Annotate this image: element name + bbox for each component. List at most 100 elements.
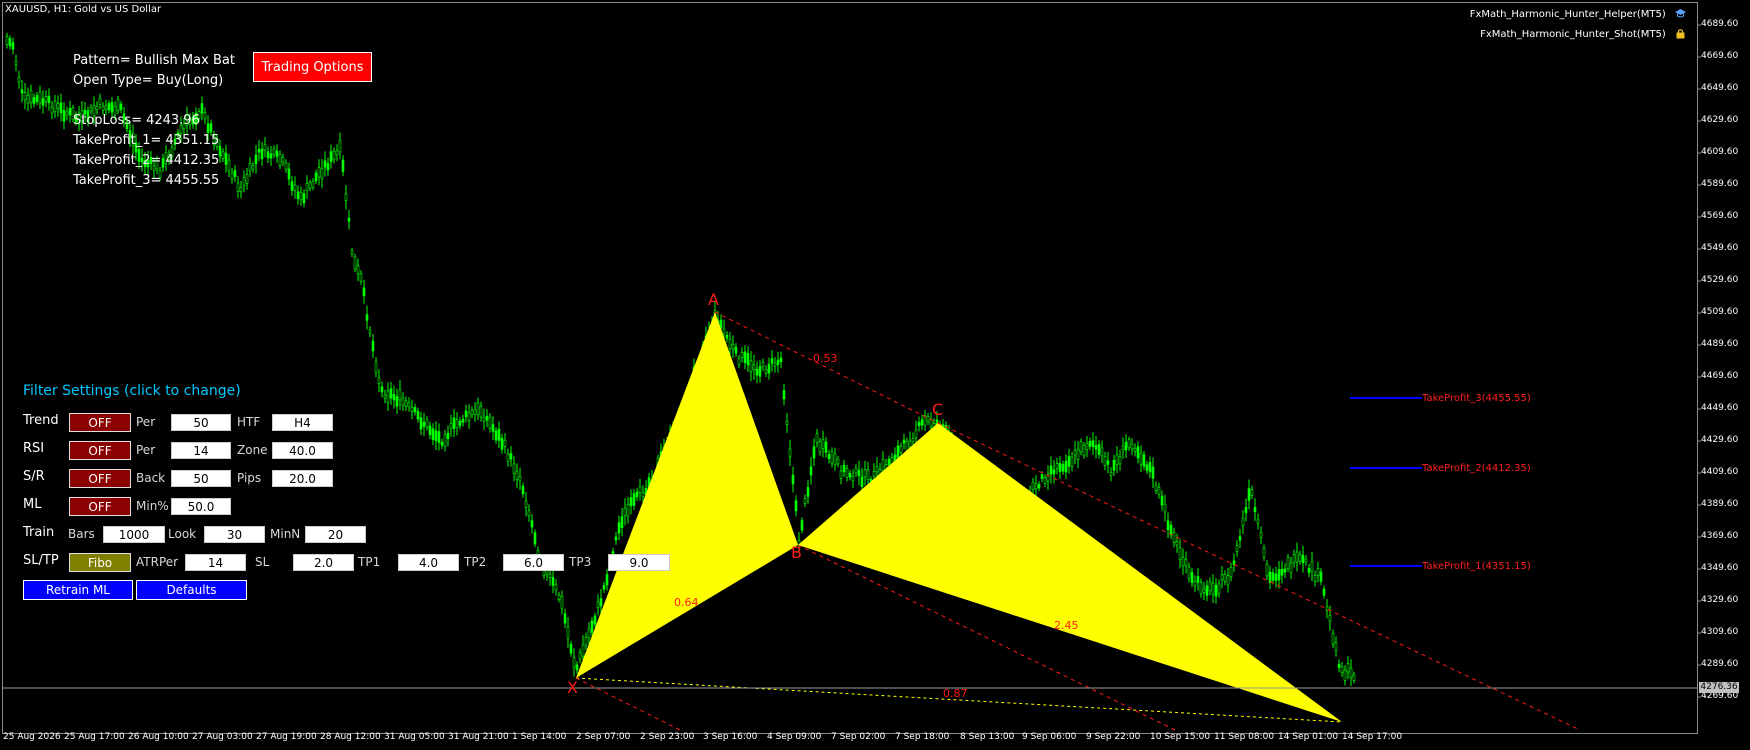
time-tick-label: 11 Sep 08:00 — [1214, 732, 1275, 742]
candle-body — [518, 476, 522, 482]
candle-body — [554, 584, 558, 591]
candle-body — [557, 594, 561, 600]
candle-body — [506, 453, 510, 462]
indicator-helper[interactable]: FxMath_Harmonic_Hunter_Helper(MT5) — [1470, 8, 1686, 20]
trend-per-input[interactable]: 50 — [171, 414, 231, 431]
rsi-zone-input[interactable]: 40.0 — [272, 442, 333, 459]
candle-body — [248, 163, 252, 171]
price-tick-label: 4609.60 — [1701, 147, 1739, 157]
price-chart[interactable] — [0, 0, 1750, 750]
candle-body — [59, 102, 63, 113]
candle-body — [269, 153, 273, 159]
candle-body — [401, 397, 405, 406]
rsi-per-input[interactable]: 14 — [171, 442, 231, 459]
candle-body — [1091, 440, 1095, 447]
candle-body — [338, 139, 342, 153]
ml-min-input[interactable]: 50.0 — [171, 498, 231, 515]
candle-body — [920, 419, 924, 426]
price-tick-label: 4369.60 — [1701, 531, 1739, 541]
candle-body — [761, 362, 765, 368]
candle-body — [914, 429, 918, 438]
tp2-line-label: TakeProfit_2(4412.35) — [1422, 463, 1531, 474]
candle-body — [26, 94, 30, 104]
candle-body — [1217, 583, 1221, 594]
candle-body — [266, 151, 270, 159]
candle-body — [758, 366, 762, 377]
sltp-label: SL/TP — [23, 553, 59, 568]
trading-options-button[interactable]: Trading Options — [253, 52, 372, 82]
candle-body — [1187, 566, 1191, 579]
candle-body — [1100, 447, 1104, 457]
ml-toggle[interactable]: OFF — [69, 497, 131, 516]
candle-body — [848, 472, 852, 478]
sr-back-input[interactable]: 50 — [171, 470, 231, 487]
time-tick-label: 27 Aug 03:00 — [192, 732, 253, 742]
time-tick-label: 8 Sep 13:00 — [960, 732, 1015, 742]
sr-toggle[interactable]: OFF — [69, 469, 131, 488]
candle-body — [68, 108, 72, 116]
retrain-ml-button[interactable]: Retrain ML — [23, 580, 133, 600]
candle-body — [1292, 554, 1296, 563]
time-tick-label: 4 Sep 09:00 — [767, 732, 822, 742]
ratio-ab-label: 0.53 — [813, 352, 838, 365]
candle-body — [551, 577, 555, 586]
sltp-atr-input[interactable]: 14 — [185, 554, 246, 571]
rsi-label: RSI — [23, 441, 45, 456]
candle-body — [512, 463, 516, 474]
candle-body — [347, 217, 351, 222]
sltp-tp1-input[interactable]: 4.0 — [398, 554, 459, 571]
candle-body — [749, 360, 753, 372]
candle-body — [392, 393, 396, 401]
trend-toggle[interactable]: OFF — [69, 413, 131, 432]
sltp-tp2-input[interactable]: 6.0 — [503, 554, 564, 571]
candle-body — [500, 437, 504, 450]
candle-body — [1175, 541, 1179, 546]
candle-body — [422, 421, 426, 427]
sltp-tp3-input[interactable]: 9.0 — [608, 554, 670, 571]
candle-body — [107, 103, 111, 111]
candle-body — [863, 469, 867, 478]
candle-body — [365, 314, 369, 321]
indicator-shot[interactable]: FxMath_Harmonic_Hunter_Shot(MT5) — [1480, 28, 1686, 40]
filter-settings-title[interactable]: Filter Settings (click to change) — [23, 383, 241, 399]
candle-body — [383, 394, 387, 399]
candle-body — [233, 170, 237, 177]
sltp-sl-input[interactable]: 2.0 — [293, 554, 354, 571]
sr-pips-input[interactable]: 20.0 — [272, 470, 333, 487]
time-tick-label: 14 Sep 01:00 — [1278, 732, 1339, 742]
trend-htf-input[interactable]: H4 — [272, 414, 333, 431]
candle-body — [1064, 460, 1068, 473]
candle-body — [110, 102, 114, 113]
train-bars-input[interactable]: 1000 — [103, 526, 165, 543]
candle-body — [1142, 454, 1146, 467]
sltp-sl-label: SL — [255, 555, 270, 569]
train-look-input[interactable]: 30 — [204, 526, 265, 543]
train-minn-label: MinN — [270, 527, 301, 541]
candle-body — [593, 615, 597, 625]
candle-body — [860, 476, 864, 488]
candle-body — [65, 111, 69, 116]
candle-body — [1178, 547, 1182, 561]
candle-body — [389, 388, 393, 399]
defaults-button[interactable]: Defaults — [136, 580, 247, 600]
price-tick-label: 4329.60 — [1701, 595, 1739, 605]
candle-body — [62, 110, 66, 122]
candle-body — [800, 520, 804, 531]
candle-body — [926, 416, 930, 422]
candle-body — [1037, 484, 1041, 489]
candle-body — [1340, 665, 1344, 674]
rsi-toggle[interactable]: OFF — [69, 441, 131, 460]
candle-body — [200, 103, 204, 114]
candle-body — [821, 439, 825, 449]
candle-body — [605, 574, 609, 586]
candle-body — [1097, 443, 1101, 455]
sltp-mode-toggle[interactable]: Fibo — [69, 553, 131, 572]
candle-body — [35, 95, 39, 102]
candle-body — [1271, 572, 1275, 581]
candle-body — [626, 504, 630, 517]
candle-body — [620, 516, 624, 528]
candle-body — [902, 439, 906, 444]
candle-body — [494, 430, 498, 441]
train-minn-input[interactable]: 20 — [305, 526, 366, 543]
candle-body — [737, 358, 741, 365]
